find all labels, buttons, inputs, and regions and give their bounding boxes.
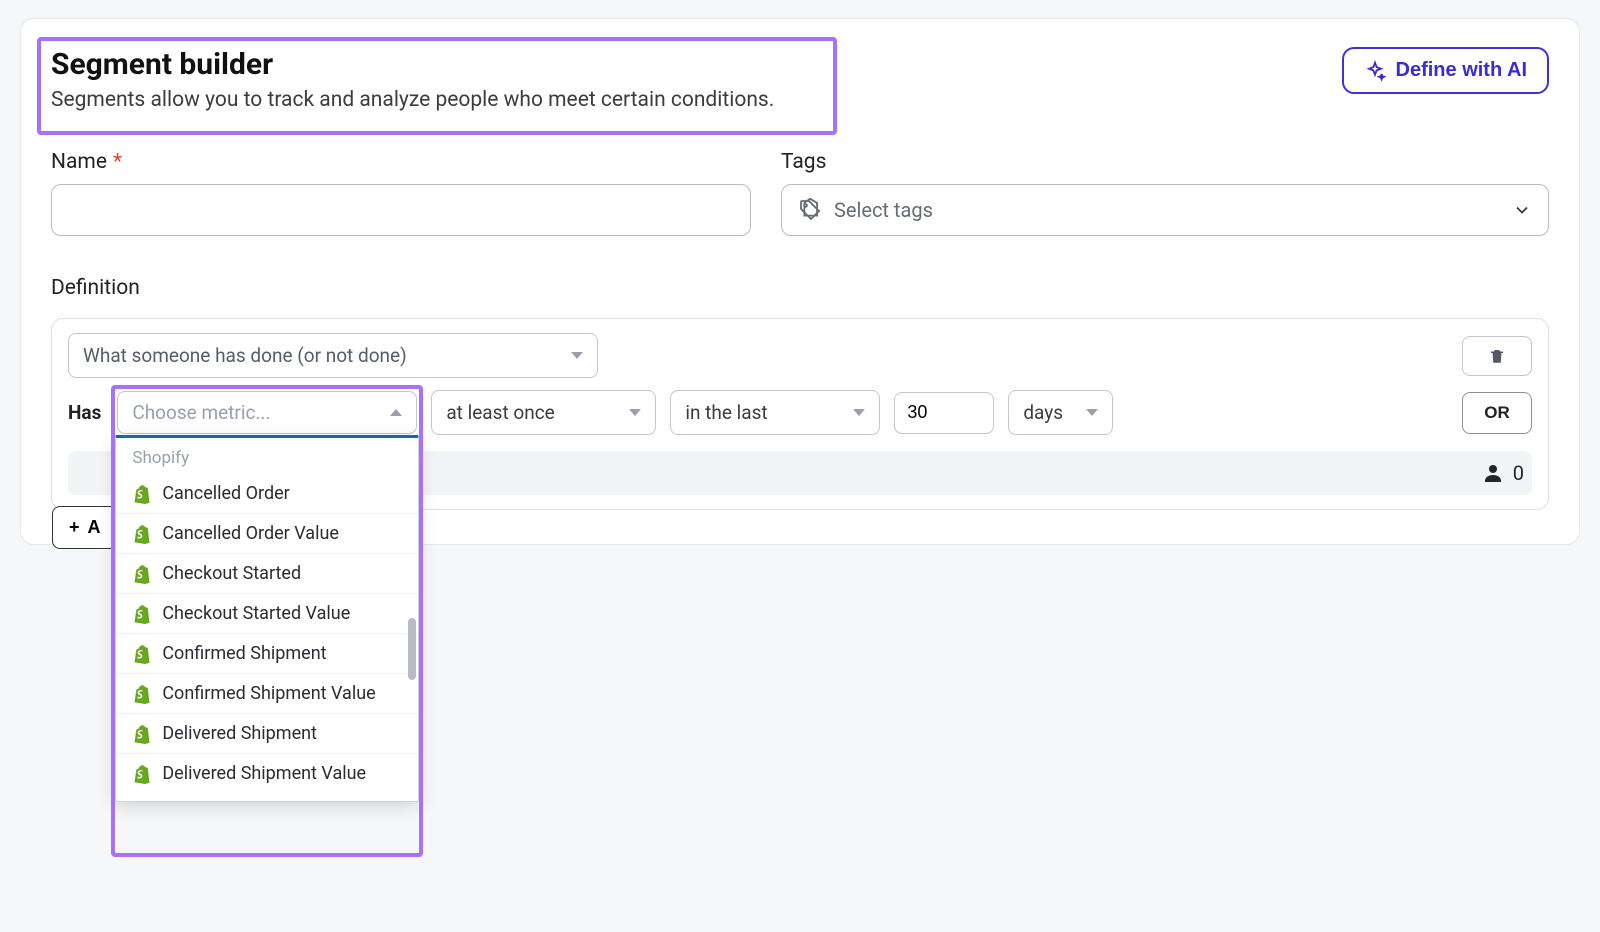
header-left: Segment builder Segments allow you to tr… xyxy=(51,47,774,112)
name-label-text: Name xyxy=(51,150,107,174)
caret-down-icon xyxy=(629,409,641,416)
and-label: A xyxy=(88,517,101,538)
stats-count: 0 xyxy=(1513,461,1524,485)
condition-row-2: Has Choose metric... Shopify Cancelled O… xyxy=(68,390,1532,435)
tags-placeholder: Select tags xyxy=(834,198,933,222)
define-with-ai-label: Define with AI xyxy=(1396,59,1527,82)
define-with-ai-button[interactable]: Define with AI xyxy=(1342,47,1549,94)
frequency-value: at least once xyxy=(446,401,554,424)
chevron-down-icon xyxy=(1512,200,1532,220)
dropdown-item[interactable]: Cancelled Order Value xyxy=(116,514,418,554)
dropdown-item-label: Delivered Shipment Value xyxy=(162,763,366,784)
header-row: Segment builder Segments allow you to tr… xyxy=(51,47,1549,112)
shopify-icon xyxy=(132,524,152,544)
frequency-select[interactable]: at least once xyxy=(431,390,656,435)
caret-down-icon xyxy=(571,352,583,359)
person-icon xyxy=(1481,461,1505,485)
timeframe-value: in the last xyxy=(685,401,767,424)
metric-dropdown: Shopify Cancelled Order Cancelled Order V… xyxy=(115,435,419,802)
metric-control: Choose metric... Shopify Cancelled Order… xyxy=(117,391,417,434)
dropdown-item-label: Delivered Shipment xyxy=(162,723,317,744)
condition-row-1: What someone has done (or not done) xyxy=(68,333,1532,378)
dropdown-item[interactable]: Confirmed Shipment Value xyxy=(116,674,418,714)
trash-icon xyxy=(1488,347,1506,365)
shopify-icon xyxy=(132,564,152,584)
dropdown-item-label: Confirmed Shipment xyxy=(162,643,326,664)
definition-label: Definition xyxy=(51,276,1549,300)
timeframe-select[interactable]: in the last xyxy=(670,390,880,435)
or-button[interactable]: OR xyxy=(1462,392,1532,434)
tags-select[interactable]: Select tags xyxy=(781,184,1549,236)
dropdown-item[interactable]: Confirmed Shipment xyxy=(116,634,418,674)
number-input[interactable] xyxy=(894,392,994,434)
delete-condition-button[interactable] xyxy=(1462,336,1532,376)
tags-column: Tags Select tags xyxy=(781,150,1549,236)
page-title: Segment builder xyxy=(51,47,774,82)
dropdown-item[interactable]: Cancelled Order xyxy=(116,474,418,514)
metric-select[interactable]: Choose metric... xyxy=(117,391,417,434)
shopify-icon xyxy=(132,684,152,704)
caret-down-icon xyxy=(1086,409,1098,416)
form-row: Name* Tags Select tags xyxy=(51,150,1549,236)
metric-placeholder: Choose metric... xyxy=(132,401,270,424)
caret-down-icon xyxy=(853,409,865,416)
dropdown-item-label: Checkout Started xyxy=(162,563,301,584)
dropdown-item[interactable]: Delivered Shipment Value xyxy=(116,754,418,793)
segment-builder-card: Segment builder Segments allow you to tr… xyxy=(20,18,1580,545)
and-button[interactable]: + A xyxy=(52,506,118,549)
definition-box: What someone has done (or not done) Has … xyxy=(51,318,1549,510)
dropdown-item[interactable]: Delivered Shipment xyxy=(116,714,418,754)
dropdown-item-label: Cancelled Order Value xyxy=(162,523,339,544)
dropdown-item-label: Cancelled Order xyxy=(162,483,289,504)
shopify-icon xyxy=(132,724,152,744)
dropdown-item[interactable]: Checkout Started Value xyxy=(116,594,418,634)
tags-label: Tags xyxy=(781,150,1549,174)
dropdown-item-label: Checkout Started Value xyxy=(162,603,350,624)
caret-up-icon xyxy=(390,409,402,416)
dropdown-group-shopify: Shopify xyxy=(116,438,418,474)
dropdown-item-label: Confirmed Shipment Value xyxy=(162,683,375,704)
tag-icon xyxy=(798,198,822,222)
shopify-icon xyxy=(132,604,152,624)
condition-type-value: What someone has done (or not done) xyxy=(83,344,407,367)
sparkle-icon xyxy=(1364,60,1386,82)
shopify-icon xyxy=(132,764,152,784)
page-subtitle: Segments allow you to track and analyze … xyxy=(51,88,774,112)
scrollbar-thumb[interactable] xyxy=(408,618,416,680)
unit-select[interactable]: days xyxy=(1008,390,1113,435)
condition-type-select[interactable]: What someone has done (or not done) xyxy=(68,333,598,378)
shopify-icon xyxy=(132,644,152,664)
dropdown-item[interactable]: Checkout Started xyxy=(116,554,418,594)
has-label: Has xyxy=(68,401,101,424)
name-input[interactable] xyxy=(51,184,751,236)
required-star: * xyxy=(113,150,122,174)
shopify-icon xyxy=(132,484,152,504)
unit-value: days xyxy=(1023,401,1063,424)
name-label: Name* xyxy=(51,150,751,174)
name-column: Name* xyxy=(51,150,751,236)
